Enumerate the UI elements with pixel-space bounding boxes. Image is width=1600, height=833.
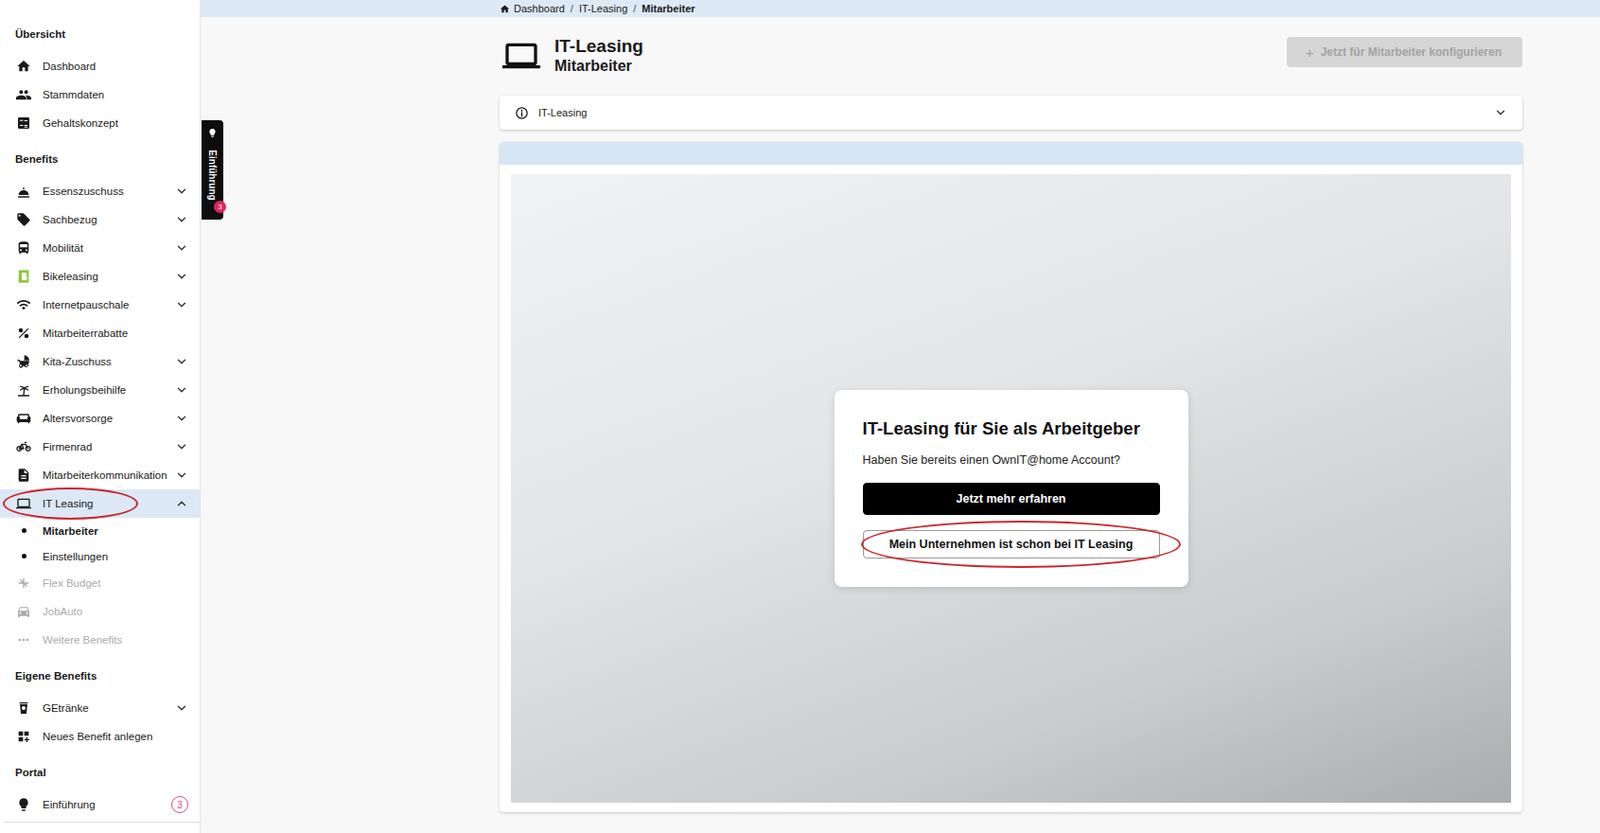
- page-header: IT-LeasingMitarbeiter +Jetzt für Mitarbei…: [499, 35, 1523, 78]
- palm-icon: [16, 382, 32, 398]
- breadcrumb: Dashboard/IT-Leasing/Mitarbeiter: [499, 2, 696, 15]
- breadcrumb-item[interactable]: IT-Leasing: [579, 2, 628, 15]
- home-icon: [16, 58, 32, 74]
- sidebar-item[interactable]: Internetpauschale: [0, 290, 200, 319]
- page-subtitle: Mitarbeiter: [554, 56, 644, 75]
- car-icon: [16, 603, 32, 619]
- sidebar-item[interactable]: Einführung3: [0, 790, 200, 819]
- bullet-icon: [21, 527, 27, 533]
- people-icon: [16, 87, 32, 103]
- tag-icon: [16, 211, 32, 228]
- sidebar-item[interactable]: Mobilität: [0, 233, 200, 263]
- info-accordion[interactable]: IT-Leasing: [499, 95, 1523, 130]
- sidebar-item[interactable]: Kita-Zuschuss: [0, 347, 200, 376]
- sidebar-item: Flex Budget: [0, 568, 200, 598]
- document-icon: [16, 467, 32, 483]
- highlight-ellipse: [861, 520, 1181, 568]
- office-photo: IT-Leasing für Sie als Arbeitgeber Haben …: [510, 174, 1512, 803]
- chevron-icon[interactable]: [175, 496, 189, 510]
- sidebar-item: JobAuto: [0, 597, 200, 626]
- bicycle-icon: [16, 439, 32, 455]
- calculator-icon: [16, 115, 32, 131]
- grid-plus-icon: [16, 728, 32, 744]
- sidebar-item[interactable]: Bikeleasing: [0, 262, 200, 291]
- bikeleasing-logo-icon: [16, 268, 32, 284]
- sidebar-item[interactable]: Firmenrad: [0, 432, 200, 461]
- breadcrumb-item: Mitarbeiter: [641, 2, 695, 15]
- dialog-title: IT-Leasing für Sie als Arbeitgeber: [862, 418, 1161, 440]
- sidebar-item[interactable]: Sachbezug: [0, 205, 200, 234]
- sidebar-item[interactable]: IT Leasing: [0, 489, 200, 518]
- home-icon: [499, 3, 510, 15]
- sidebar-section: Portal Einführung3: [0, 757, 200, 819]
- section-title: Portal: [0, 757, 200, 787]
- stroller-icon: [16, 353, 32, 370]
- section-title: Übersicht: [0, 19, 200, 49]
- bus-icon: [16, 240, 32, 256]
- sidebar-item[interactable]: Mitarbeiterkommunikation: [0, 460, 200, 490]
- card-strip: [499, 141, 1523, 165]
- top-bar: Dashboard/IT-Leasing/Mitarbeiter: [200, 0, 1600, 18]
- chevron-icon[interactable]: [175, 269, 189, 283]
- sidebar-item[interactable]: Dashboard: [0, 52, 200, 81]
- content-card: IT-Leasing für Sie als Arbeitgeber Haben …: [499, 141, 1523, 812]
- intro-dialog: IT-Leasing für Sie als Arbeitgeber Haben …: [834, 389, 1189, 587]
- breadcrumb-item[interactable]: Dashboard: [513, 2, 565, 15]
- main: Dashboard/IT-Leasing/MitarbeiterIT-Leasi…: [200, 0, 1600, 833]
- cup-icon: [16, 700, 32, 716]
- chevron-icon[interactable]: [175, 354, 189, 369]
- sidebar-item[interactable]: Stammdaten: [0, 80, 200, 109]
- wifi-icon: [16, 297, 32, 313]
- info-icon: [514, 105, 529, 121]
- chevron-icon[interactable]: [175, 184, 189, 198]
- sidebar-section: Übersicht DashboardStammdatenGehaltskonze…: [0, 19, 200, 138]
- bullet-icon: [21, 553, 27, 559]
- sidebar-item[interactable]: Essenszuschuss: [0, 176, 200, 206]
- intro-tab-label: Einführung: [207, 149, 218, 200]
- sidebar-divider: [3, 821, 200, 823]
- food-icon: [16, 183, 32, 199]
- couch-icon: [16, 410, 32, 426]
- chevron-icon[interactable]: [175, 468, 189, 482]
- sidebar-item[interactable]: Erholungsbeihilfe: [0, 375, 200, 405]
- chevron-icon[interactable]: [175, 298, 189, 312]
- sidebar-section: Eigene Benefits GEtränkeNeues Benefit anl…: [0, 661, 200, 751]
- sidebar-item[interactable]: Mitarbeiterrabatte: [0, 318, 200, 348]
- chevron-icon[interactable]: [175, 439, 189, 454]
- dialog-button[interactable]: Mein Unternehmen ist schon bei IT Leasin…: [862, 529, 1161, 559]
- intro-tab[interactable]: Einführung3: [201, 120, 224, 220]
- chevron-icon[interactable]: [175, 241, 189, 255]
- laptop-icon: [16, 495, 32, 511]
- chevron-icon[interactable]: [175, 212, 189, 227]
- sidebar: Übersicht DashboardStammdatenGehaltskonze…: [0, 0, 201, 833]
- intro-badge: 3: [213, 200, 227, 213]
- dialog-text: Haben Sie bereits einen OwnIT@home Accou…: [862, 452, 1161, 468]
- app-root: ÜbersichtDashboardStammdatenGehaltskonze…: [0, 0, 1600, 833]
- bulb-icon: [16, 796, 32, 812]
- laptop-icon: [499, 36, 544, 75]
- page-title: IT-Leasing: [554, 35, 644, 57]
- highlight-ellipse: [2, 487, 139, 520]
- sidebar-item: Weitere Benefits: [0, 625, 200, 654]
- dots-icon: [16, 632, 32, 648]
- section-title: Eigene Benefits: [0, 661, 200, 690]
- sidebar-subitem[interactable]: Mitarbeiter: [0, 517, 200, 544]
- sidebar-item[interactable]: Neues Benefit anlegen: [0, 721, 200, 751]
- count-badge: 3: [171, 795, 189, 813]
- nodes-icon: [16, 575, 32, 591]
- dialog-button[interactable]: Jetzt mehr erfahren: [862, 482, 1161, 515]
- section-title: Benefits: [0, 144, 200, 174]
- configure-button: +Jetzt für Mitarbeiter konfigurieren: [1286, 36, 1523, 68]
- percent-icon: [16, 325, 32, 341]
- sidebar-section: BenefitsEssenszuschussSachbezugMobilität…: [0, 144, 200, 654]
- chevron-icon[interactable]: [1494, 105, 1508, 120]
- chevron-icon[interactable]: [175, 701, 189, 715]
- sidebar-subitem[interactable]: Einstellungen: [0, 543, 200, 569]
- sidebar-item[interactable]: GEtränke: [0, 693, 200, 722]
- sidebar-item[interactable]: Gehaltskonzept: [0, 108, 200, 138]
- chevron-icon[interactable]: [175, 411, 189, 425]
- bulb-icon: [207, 127, 218, 139]
- sidebar-item[interactable]: Altersvorsorge: [0, 404, 200, 433]
- chevron-icon[interactable]: [175, 383, 189, 397]
